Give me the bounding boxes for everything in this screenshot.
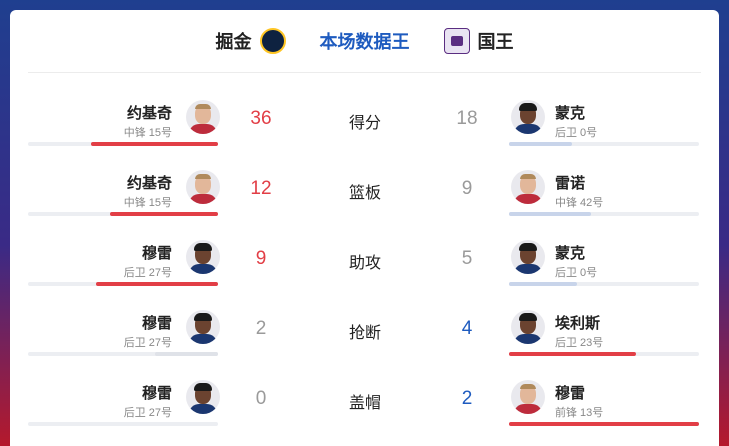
stat-row-blocks: 穆雷后卫 27号 0 穆雷前锋 13号 2 盖帽 [10,380,719,446]
stat-value: 2 [461,388,473,409]
header-divider [28,72,701,73]
stat-label: 篮板 [348,185,381,202]
player-position: 后卫 23号 [555,337,604,349]
player-position: 中锋 15号 [123,197,172,209]
share-bar-track [509,282,699,286]
player-position: 中锋 15号 [123,127,172,139]
stat-value: 12 [250,178,272,199]
stat-label: 抢断 [348,325,381,342]
player-position: 后卫 27号 [123,407,172,419]
share-bar-track [28,212,218,216]
stat-row-rebounds: 约基奇中锋 15号 12 雷诺中锋 42号 9 篮板 [10,170,719,240]
player-name[interactable]: 埃利斯 [555,312,600,333]
player-avatar[interactable] [186,310,220,344]
share-bar-fill [110,212,218,216]
leaders-panel: 掘金 本场数据王 国王 约基奇 中锋 15号 36 蒙克 后卫 0号 18 得分 约基奇 中锋 … [10,10,719,446]
player-avatar[interactable] [511,310,545,344]
stat-value: 5 [461,248,473,269]
stat-value: 18 [456,108,478,129]
player-name[interactable]: 约基奇 [127,102,172,123]
share-bar-track [509,422,699,426]
stat-row-assists: 穆雷后卫 27号 9 蒙克后卫 0号 5 助攻 [10,240,719,310]
share-bar-track [509,212,699,216]
header: 掘金 本场数据王 国王 [10,10,719,72]
player-avatar[interactable] [511,380,545,414]
share-bar-track [28,282,218,286]
player-avatar[interactable] [186,240,220,274]
stat-label: 助攻 [348,255,381,272]
player-position: 后卫 0号 [555,267,598,279]
stat-row-steals: 穆雷后卫 27号 2 埃利斯后卫 23号 4 抢断 [10,310,719,380]
share-bar-fill [509,282,577,286]
stat-value: 0 [255,388,267,409]
share-bar-fill [509,352,636,356]
stat-value: 4 [461,318,473,339]
share-bar-fill [509,422,699,426]
stat-value: 36 [250,108,272,129]
share-bar-track [509,352,699,356]
player-avatar[interactable] [511,100,545,134]
player-avatar[interactable] [186,170,220,204]
share-bar-track [509,142,699,146]
player-avatar[interactable] [511,240,545,274]
share-bar-track [28,422,218,426]
player-name[interactable]: 蒙克 [555,102,585,123]
kings-logo-icon[interactable] [443,28,470,54]
player-position: 前锋 13号 [555,407,604,419]
player-name[interactable]: 穆雷 [142,312,172,333]
share-bar-fill [509,212,591,216]
page-title: 本场数据王 [319,32,410,52]
share-bar-fill [509,142,572,146]
player-position: 后卫 27号 [123,267,172,279]
player-name[interactable]: 雷诺 [555,172,585,193]
share-bar-fill [155,352,218,356]
player-position: 中锋 42号 [555,197,604,209]
stat-row-points: 约基奇中锋 15号 36 蒙克后卫 0号 18 得分 [10,100,719,170]
player-avatar[interactable] [186,380,220,414]
player-name[interactable]: 穆雷 [142,242,172,263]
stat-label: 得分 [348,115,381,132]
nuggets-logo-icon[interactable] [259,28,286,54]
player-name[interactable]: 约基奇 [127,172,172,193]
player-position: 后卫 27号 [123,337,172,349]
player-name[interactable]: 穆雷 [142,382,172,403]
share-bar-fill [91,142,218,146]
away-team-name[interactable]: 国王 [478,28,514,54]
player-position: 后卫 0号 [555,127,598,139]
player-avatar[interactable] [186,100,220,134]
stat-value: 2 [255,318,267,339]
stat-value: 9 [255,248,267,269]
share-bar-track [28,352,218,356]
player-name[interactable]: 蒙克 [555,242,585,263]
stat-label: 盖帽 [348,395,381,412]
home-team-name[interactable]: 掘金 [216,28,252,54]
share-bar-fill [96,282,218,286]
stat-value: 9 [461,178,473,199]
player-avatar[interactable] [511,170,545,204]
player-name[interactable]: 穆雷 [555,382,585,403]
share-bar-track [28,142,218,146]
